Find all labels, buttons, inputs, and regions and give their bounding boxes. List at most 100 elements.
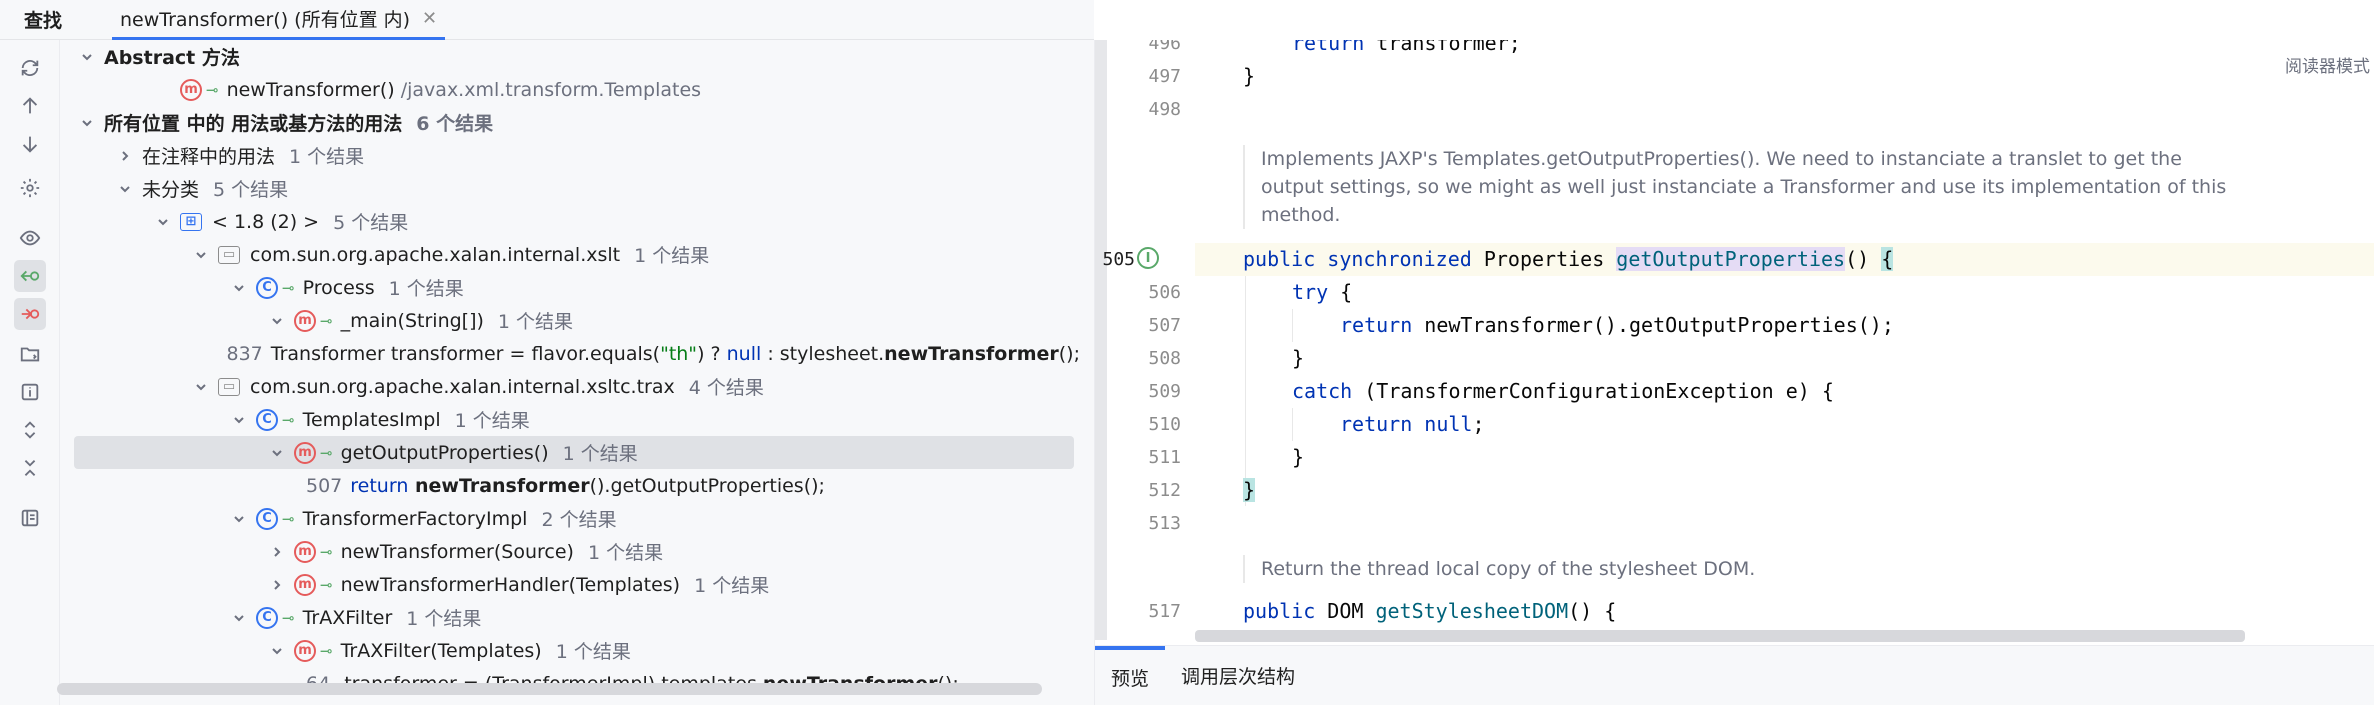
- chevron-down-icon[interactable]: [268, 312, 286, 330]
- chevron-down-icon[interactable]: [230, 609, 248, 627]
- chevron-down-icon[interactable]: [230, 411, 248, 429]
- class-icon: C: [256, 408, 278, 431]
- public-lock-icon: ⊸: [320, 443, 333, 462]
- chevron-right-icon[interactable]: [268, 543, 286, 561]
- tree-node-label: _main(String[]): [340, 309, 484, 332]
- reader-mode-toggle[interactable]: 阅读器模式: [2281, 52, 2374, 77]
- method-icon: m: [294, 441, 316, 464]
- tree-node-row[interactable]: C ⊸ Process 1 个结果: [60, 271, 1080, 304]
- tree-node-label: getOutputProperties(): [340, 441, 549, 464]
- usage-line-row[interactable]: 507 return newTransformer ().getOutputProp…: [60, 469, 1080, 502]
- library-icon: ⊞: [180, 212, 202, 231]
- tree-node-row[interactable]: C ⊸ TemplatesImpl 1 个结果: [60, 403, 1080, 436]
- tree-horizontal-scrollbar[interactable]: [57, 683, 1042, 695]
- tab-call-hierarchy[interactable]: 调用层次结构: [1165, 646, 1311, 705]
- tree-node-label: TransformerFactoryImpl: [302, 507, 528, 530]
- tree-node-row[interactable]: m ⊸ getOutputProperties() 1 个结果: [74, 436, 1074, 469]
- chevron-down-icon[interactable]: [230, 510, 248, 528]
- tab-preview[interactable]: 预览: [1095, 645, 1166, 705]
- group-by-folder-icon[interactable]: [14, 338, 46, 370]
- find-title: 查找: [24, 10, 63, 32]
- usage-code-text: ) ?: [697, 342, 727, 365]
- method-icon: m: [294, 309, 316, 332]
- tree-node-row[interactable]: C ⊸ TransformerFactoryImpl 2 个结果: [60, 502, 1080, 535]
- usage-tab[interactable]: newTransformer() (所有位置 内) ✕: [112, 0, 446, 40]
- public-lock-icon: ⊸: [282, 410, 295, 429]
- expand-all-icon[interactable]: [14, 414, 46, 446]
- tab-preview-label: 预览: [1111, 668, 1150, 690]
- layout-panel-icon[interactable]: [14, 502, 46, 534]
- chevron-right-icon[interactable]: [268, 576, 286, 594]
- result-count: 2 个结果: [541, 509, 617, 531]
- tree-node-row[interactable]: m ⊸ _main(String[]) 1 个结果: [60, 304, 1080, 337]
- tree-node-row[interactable]: m ⊸ newTransformer(Source) 1 个结果: [60, 535, 1080, 568]
- line-number: 509: [1148, 381, 1181, 402]
- chevron-down-icon[interactable]: [192, 378, 210, 396]
- line-number: 517: [1148, 601, 1181, 622]
- read-access-icon[interactable]: [14, 260, 46, 292]
- chevron-down-icon[interactable]: [154, 213, 172, 231]
- tree-node-row[interactable]: m ⊸ TrAXFilter(Templates) 1 个结果: [60, 634, 1080, 667]
- previous-occurrence-icon[interactable]: [14, 90, 46, 122]
- chevron-down-icon[interactable]: [268, 642, 286, 660]
- chevron-down-icon[interactable]: [192, 246, 210, 264]
- next-occurrence-icon[interactable]: [14, 128, 46, 160]
- result-count: 1 个结果: [587, 542, 664, 564]
- public-lock-icon: ⊸: [320, 575, 333, 594]
- preview-eye-icon[interactable]: [14, 222, 46, 254]
- tree-node-row[interactable]: ▭ com.sun.org.apache.xalan.internal.xsltc…: [60, 370, 1080, 403]
- brace-match: {: [1881, 247, 1894, 271]
- chevron-down-icon[interactable]: [268, 444, 286, 462]
- tree-node-row[interactable]: ▭ com.sun.org.apache.xalan.internal.xslt 1…: [60, 238, 1080, 271]
- tree-node-row[interactable]: ⊞ < 1.8 (2) > 5 个结果: [60, 205, 1080, 238]
- usage-tab-label: newTransformer() (所有位置 内): [120, 8, 411, 31]
- tree-node-location: /javax.xml.transform.Templates: [394, 78, 702, 101]
- brace-match: }: [1243, 478, 1256, 502]
- method-icon: m: [294, 540, 316, 563]
- tree-node-row[interactable]: 所有位置 中的 用法或基方法的用法 6 个结果: [60, 106, 1080, 139]
- usage-code-text: : stylesheet.: [761, 342, 885, 365]
- tree-node-row[interactable]: C ⊸ TrAXFilter 1 个结果: [60, 601, 1080, 634]
- result-count: 1 个结果: [289, 146, 365, 168]
- rerun-icon[interactable]: [14, 52, 46, 84]
- chevron-down-icon[interactable]: [78, 114, 96, 132]
- tree-node-row[interactable]: m ⊸ newTransformerHandler(Templates) 1 个结果: [60, 568, 1080, 601]
- result-count: 6 个结果: [416, 113, 494, 135]
- line-number: 506: [1148, 282, 1181, 303]
- editor-horizontal-scrollbar[interactable]: [1195, 630, 2245, 642]
- code-preview-editor: 496 497 498 505 I 506 507 508 509 510 51…: [1095, 40, 2374, 645]
- result-count: 1 个结果: [562, 443, 638, 465]
- tree-node-row[interactable]: Abstract 方法: [60, 40, 1080, 73]
- tree-node-label: newTransformerHandler(Templates): [340, 573, 681, 596]
- chevron-down-icon[interactable]: [116, 180, 134, 198]
- tree-node-row[interactable]: m ⊸ newTransformer() /javax.xml.transform.…: [60, 73, 1080, 106]
- write-access-icon[interactable]: [14, 298, 46, 330]
- settings-gear-icon[interactable]: [14, 172, 46, 204]
- result-count: 1 个结果: [497, 311, 574, 333]
- result-count: 5 个结果: [333, 212, 409, 234]
- code-line: try {: [1292, 280, 1353, 304]
- usage-code-text: ();: [1058, 342, 1080, 365]
- tree-node-label: newTransformer(Source): [340, 540, 574, 563]
- collapse-all-icon[interactable]: [14, 452, 46, 484]
- indent-guide: [1292, 408, 1293, 441]
- usage-tree: Abstract 方法 m ⊸ newTransformer() /javax.xml…: [60, 40, 1094, 705]
- javadoc-comment: Return the thread local copy of the styl…: [1243, 555, 2243, 583]
- line-number: 505: [1102, 249, 1135, 270]
- chevron-down-icon[interactable]: [230, 279, 248, 297]
- info-icon[interactable]: [14, 376, 46, 408]
- class-icon: C: [256, 507, 278, 530]
- implements-gutter-icon[interactable]: I: [1137, 247, 1159, 269]
- usage-line-row[interactable]: 837 Transformer transformer = flavor.equa…: [60, 337, 1081, 370]
- tree-node-label: 未分类: [142, 179, 200, 201]
- result-count: 1 个结果: [694, 575, 770, 597]
- usage-line-number: 507: [306, 474, 343, 497]
- chevron-down-icon[interactable]: [78, 48, 96, 66]
- code-line: public DOM getStylesheetDOM() {: [1243, 599, 1617, 623]
- tree-node-row[interactable]: 在注释中的用法 1 个结果: [60, 139, 1080, 172]
- code-line: return newTransformer().getOutputPropert…: [1340, 313, 1894, 337]
- chevron-right-icon[interactable]: [116, 147, 134, 165]
- close-tab-icon[interactable]: ✕: [422, 8, 437, 29]
- tree-node-label: Process: [302, 276, 375, 299]
- tree-node-row[interactable]: 未分类 5 个结果: [60, 172, 1080, 205]
